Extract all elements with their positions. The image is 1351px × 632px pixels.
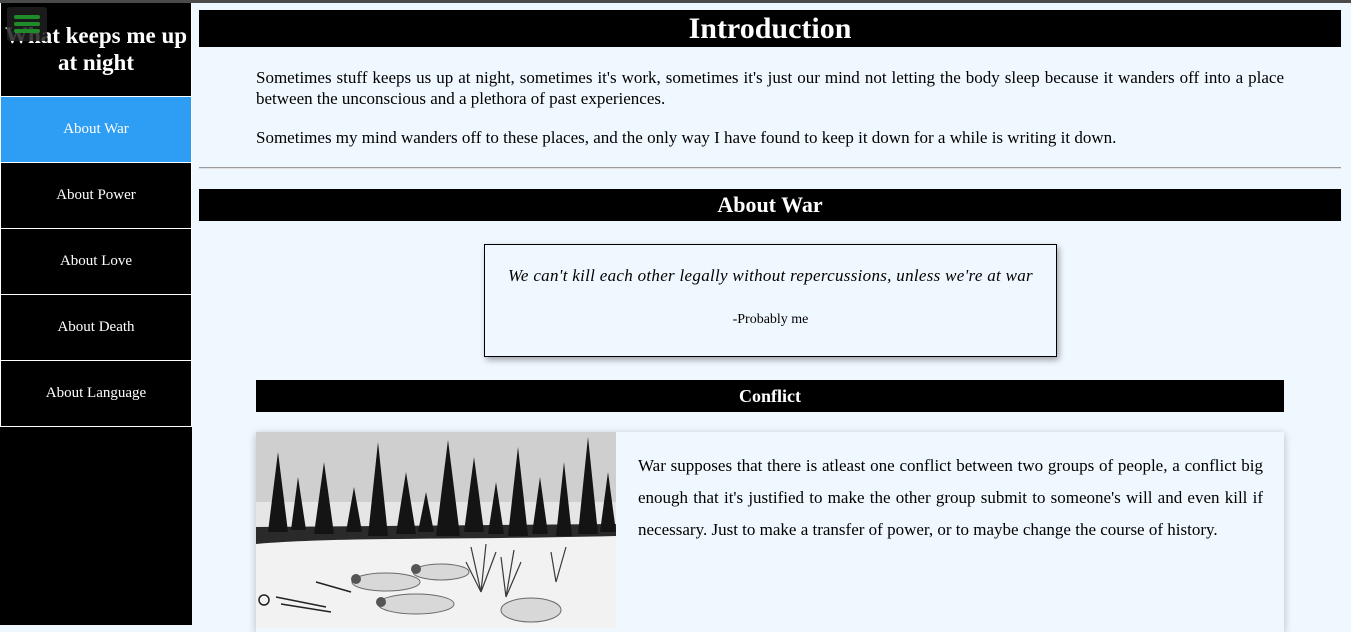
nav-item-label: About War — [63, 121, 129, 137]
nav-item-label: About Power — [56, 187, 136, 203]
quote-text: We can't kill each other legally without… — [508, 266, 1033, 285]
quote-box: We can't kill each other legally without… — [484, 244, 1057, 357]
about-war-heading: About War — [199, 189, 1341, 221]
nav-item-about-death[interactable]: About Death — [0, 295, 192, 361]
nav-item-label: About Language — [45, 385, 147, 401]
sidebar: What keeps me up at night About War Abou… — [0, 3, 192, 625]
conflict-text: War supposes that there is atleast one c… — [638, 456, 1263, 539]
main-content: Introduction Sometimes stuff keeps us up… — [199, 3, 1341, 632]
nav-item-label: About Love — [59, 253, 133, 269]
nav-item-label: About Death — [57, 319, 135, 335]
nav-item-about-war[interactable]: About War — [0, 97, 192, 163]
hamburger-menu-icon[interactable] — [7, 7, 47, 41]
conflict-heading: Conflict — [256, 380, 1284, 412]
war-photo — [256, 432, 616, 628]
intro-paragraph-2: Sometimes my mind wanders off to these p… — [256, 128, 1117, 147]
site-title: What keeps me up at night — [0, 3, 192, 97]
intro-paragraph-1: Sometimes stuff keeps us up at night, so… — [256, 68, 1284, 108]
introduction-heading: Introduction — [199, 10, 1341, 47]
nav-item-about-love[interactable]: About Love — [0, 229, 192, 295]
quote-author: -Probably me — [732, 312, 809, 327]
conflict-card: War supposes that there is atleast one c… — [256, 432, 1284, 632]
introduction-text: Sometimes stuff keeps us up at night, so… — [256, 67, 1284, 166]
section-divider — [199, 167, 1341, 169]
nav-item-about-language[interactable]: About Language — [0, 361, 192, 427]
nav-item-about-power[interactable]: About Power — [0, 163, 192, 229]
